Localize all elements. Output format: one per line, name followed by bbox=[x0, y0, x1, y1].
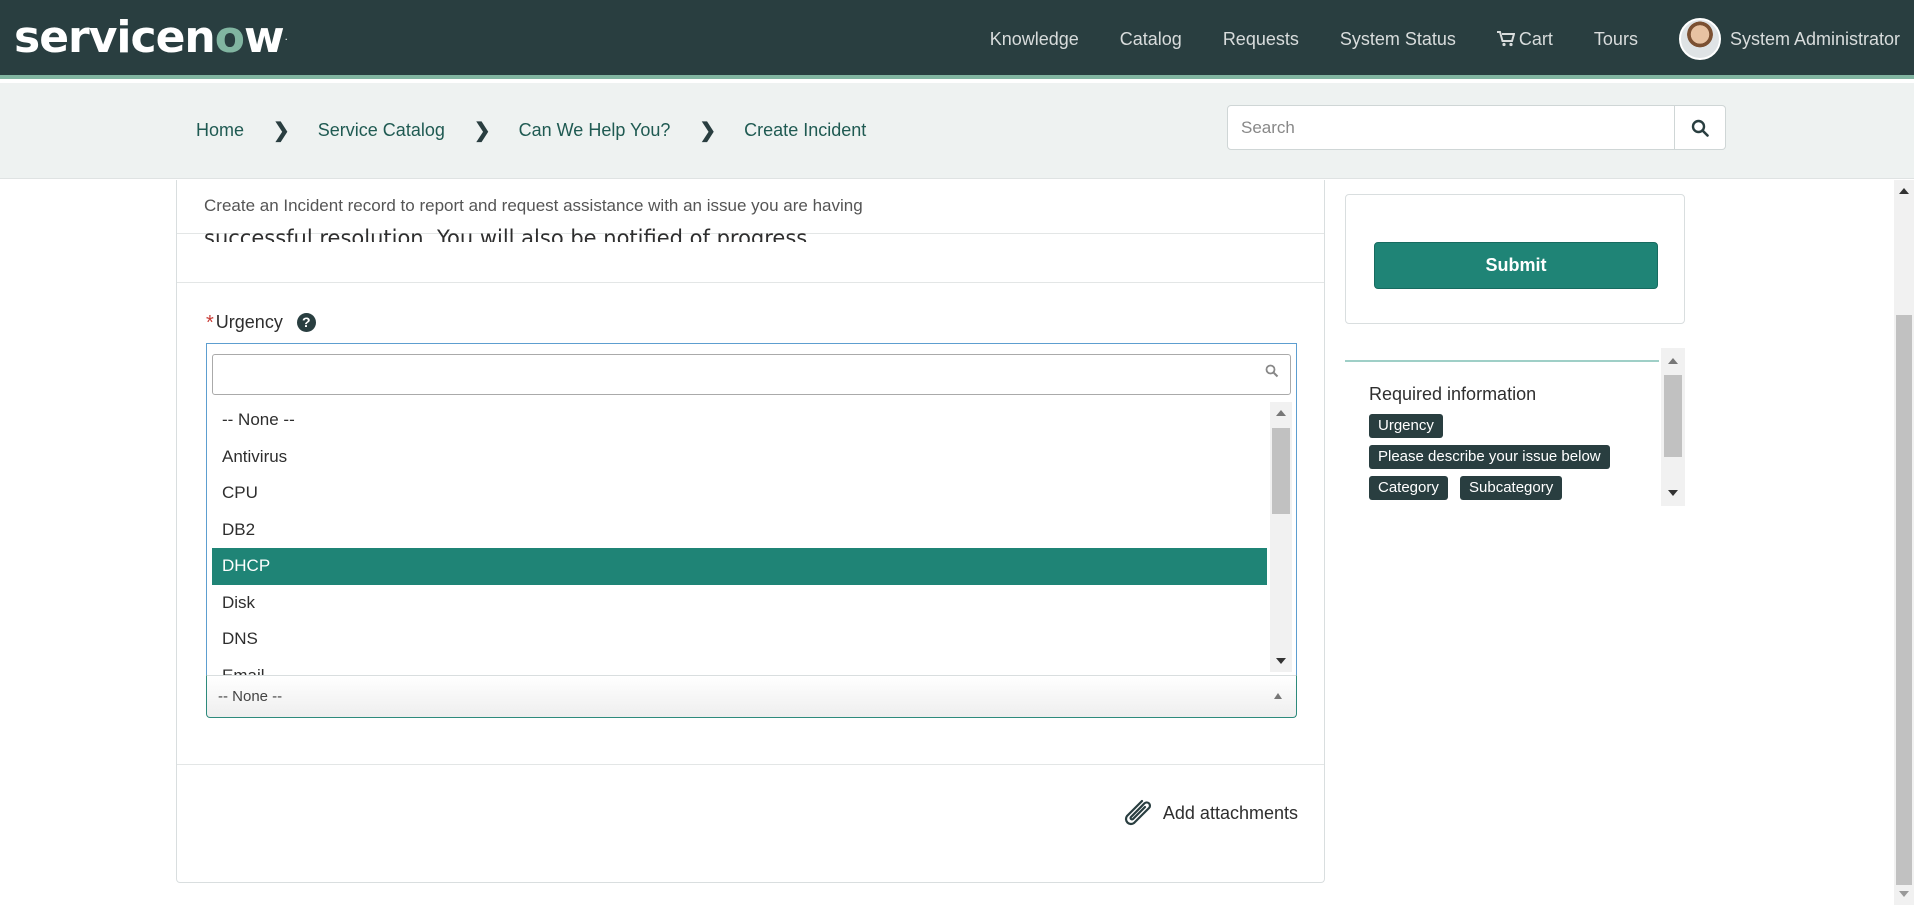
search-button[interactable] bbox=[1674, 105, 1726, 150]
breadcrumb-service-catalog[interactable]: Service Catalog bbox=[318, 120, 445, 141]
scroll-down-icon[interactable] bbox=[1899, 891, 1909, 897]
top-nav: Knowledge Catalog Requests System Status… bbox=[949, 0, 1914, 78]
help-icon[interactable]: ? bbox=[296, 313, 316, 332]
search-box bbox=[1227, 105, 1726, 150]
dropdown-option-highlighted[interactable]: DHCP bbox=[212, 548, 1267, 585]
divider bbox=[177, 764, 1324, 765]
scroll-up-icon[interactable] bbox=[1668, 358, 1678, 364]
cart-icon bbox=[1496, 31, 1515, 47]
scroll-thumb[interactable] bbox=[1272, 428, 1290, 514]
required-tag-urgency[interactable]: Urgency bbox=[1369, 414, 1443, 438]
scroll-down-icon[interactable] bbox=[1668, 490, 1678, 496]
nav-tours[interactable]: Tours bbox=[1594, 29, 1638, 50]
required-info-title: Required information bbox=[1369, 384, 1537, 404]
form-card: Create an Incident record to report and … bbox=[176, 180, 1325, 883]
urgency-select[interactable]: -- None -- bbox=[206, 675, 1297, 718]
urgency-label: Urgency bbox=[215, 312, 283, 332]
page-scrollbar[interactable] bbox=[1894, 180, 1914, 905]
required-tag-subcategory[interactable]: Subcategory bbox=[1460, 476, 1563, 500]
divider bbox=[177, 282, 1324, 283]
servicenow-logo[interactable]: servicenow. bbox=[14, 12, 288, 64]
scroll-up-icon[interactable] bbox=[1276, 410, 1286, 416]
breadcrumb-can-we-help[interactable]: Can We Help You? bbox=[519, 120, 671, 141]
scroll-thumb[interactable] bbox=[1896, 315, 1912, 885]
required-marker: * bbox=[206, 311, 214, 334]
breadcrumb-band: Home ❯ Service Catalog ❯ Can We Help You… bbox=[0, 83, 1914, 179]
user-menu[interactable]: System Administrator bbox=[1678, 18, 1900, 60]
top-header: servicenow. Knowledge Catalog Requests S… bbox=[0, 0, 1914, 79]
required-tag-description[interactable]: Please describe your issue below bbox=[1369, 445, 1610, 469]
search-icon bbox=[1265, 364, 1279, 378]
dropdown-option[interactable]: DB2 bbox=[212, 512, 1267, 549]
submit-panel: Submit bbox=[1345, 194, 1685, 324]
nav-system-status[interactable]: System Status bbox=[1340, 29, 1456, 50]
scroll-thumb[interactable] bbox=[1664, 375, 1682, 457]
urgency-dropdown: -- None -- Antivirus CPU DB2 DHCP Disk D… bbox=[206, 343, 1297, 681]
required-info-scrollbar[interactable] bbox=[1661, 348, 1685, 506]
chevron-right-icon: ❯ bbox=[273, 120, 290, 142]
chevron-right-icon: ❯ bbox=[699, 120, 717, 142]
form-description-partial: successful resolution. You will also be … bbox=[204, 226, 814, 242]
nav-cart[interactable]: Cart bbox=[1496, 28, 1553, 50]
breadcrumb-home[interactable]: Home bbox=[196, 120, 244, 141]
urgency-label-row: * Urgency ? bbox=[206, 312, 316, 333]
dropdown-option[interactable]: Antivirus bbox=[212, 439, 1267, 476]
user-name: System Administrator bbox=[1729, 28, 1900, 49]
paperclip-icon bbox=[1124, 799, 1151, 826]
avatar bbox=[1678, 18, 1721, 60]
dropdown-scrollbar[interactable] bbox=[1270, 402, 1292, 672]
required-tag-category[interactable]: Category bbox=[1369, 476, 1448, 500]
form-description: Create an Incident record to report and … bbox=[204, 196, 863, 215]
scroll-down-icon[interactable] bbox=[1276, 658, 1286, 664]
chevron-right-icon: ❯ bbox=[473, 120, 491, 142]
page: servicenow. Knowledge Catalog Requests S… bbox=[0, 0, 1914, 905]
dropdown-option[interactable]: DNS bbox=[212, 621, 1267, 658]
search-input[interactable] bbox=[1227, 105, 1675, 150]
nav-knowledge[interactable]: Knowledge bbox=[990, 29, 1079, 50]
nav-catalog[interactable]: Catalog bbox=[1120, 29, 1182, 50]
urgency-select-value: -- None -- bbox=[218, 688, 283, 705]
nav-cart-label: Cart bbox=[1518, 28, 1553, 49]
nav-requests[interactable]: Requests bbox=[1223, 29, 1299, 50]
add-attachments-button[interactable]: Add attachments bbox=[1120, 797, 1298, 829]
scroll-up-icon[interactable] bbox=[1899, 188, 1909, 194]
chevron-up-icon bbox=[1274, 693, 1282, 699]
required-info-panel: Required information Urgency Please desc… bbox=[1345, 348, 1685, 506]
breadcrumb-create-incident[interactable]: Create Incident bbox=[744, 120, 866, 141]
dropdown-option[interactable]: CPU bbox=[212, 475, 1267, 512]
breadcrumb: Home ❯ Service Catalog ❯ Can We Help You… bbox=[196, 118, 866, 143]
dropdown-option[interactable]: -- None -- bbox=[212, 402, 1267, 439]
dropdown-option[interactable]: Disk bbox=[212, 585, 1267, 622]
dropdown-search-input[interactable] bbox=[212, 354, 1291, 395]
submit-button[interactable]: Submit bbox=[1374, 242, 1658, 289]
search-icon bbox=[1691, 119, 1709, 137]
dropdown-options: -- None -- Antivirus CPU DB2 DHCP Disk D… bbox=[212, 402, 1267, 678]
divider bbox=[1345, 360, 1659, 362]
add-attachments-label: Add attachments bbox=[1162, 802, 1298, 823]
